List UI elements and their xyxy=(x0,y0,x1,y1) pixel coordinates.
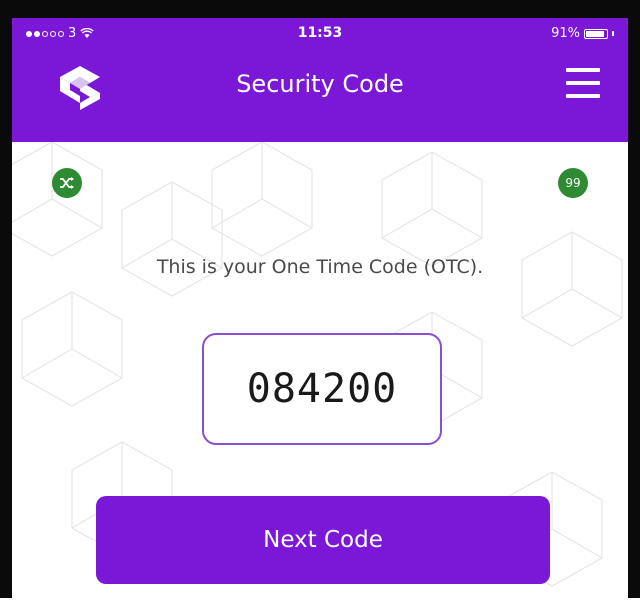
device-frame-bottom xyxy=(0,598,640,604)
status-bar: 3 11:53 91% xyxy=(12,18,628,50)
code-count-badge: 99 xyxy=(558,168,588,198)
battery-status: 91% xyxy=(551,26,614,41)
status-time: 11:53 xyxy=(297,25,343,41)
battery-percent: 91% xyxy=(551,26,580,41)
otc-code-box: 084200 xyxy=(202,333,442,445)
app-header: 3 11:53 91% Security Code xyxy=(12,18,628,142)
device-frame-right xyxy=(628,0,640,604)
next-code-button[interactable]: Next Code xyxy=(96,496,550,584)
hamburger-menu-icon[interactable] xyxy=(566,68,600,98)
next-code-label: Next Code xyxy=(263,527,383,553)
page-title: Security Code xyxy=(236,70,404,98)
battery-icon xyxy=(584,28,608,39)
device-frame-left xyxy=(0,0,12,604)
phone-screen: 3 11:53 91% Security Code 99 This is you… xyxy=(12,18,628,598)
device-frame-top xyxy=(0,0,640,18)
otc-info-text: This is your One Time Code (OTC). xyxy=(156,256,484,278)
shuffle-icon[interactable] xyxy=(52,168,82,198)
otc-code-value: 084200 xyxy=(246,366,398,412)
